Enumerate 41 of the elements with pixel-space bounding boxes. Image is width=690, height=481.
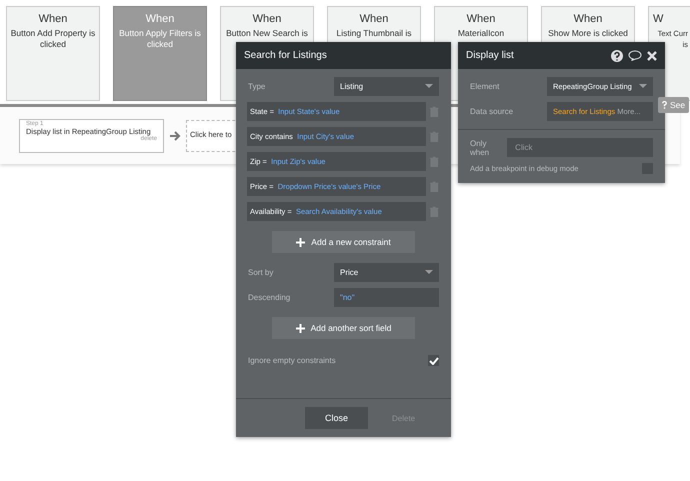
help-icon[interactable] <box>611 50 623 62</box>
event-label: Button New Search is <box>225 28 309 39</box>
event-card[interactable]: When Button Add Property is clicked <box>6 6 100 101</box>
plus-icon <box>296 324 305 332</box>
event-title: W <box>653 13 664 25</box>
event-title: When <box>38 13 68 25</box>
event-label: Button Add Property is clicked <box>10 28 96 50</box>
caret-icon <box>639 84 647 89</box>
plus-icon <box>296 238 306 246</box>
field-label: Data source <box>470 107 514 116</box>
event-title: When <box>466 13 496 25</box>
field-label: Element <box>470 82 500 91</box>
dialog-title: Display list <box>466 50 514 61</box>
condition-field[interactable]: Click <box>507 138 653 157</box>
caret-icon <box>425 84 433 89</box>
event-label: Listing Thumbnail is <box>336 28 412 39</box>
add-sort-button[interactable]: Add another sort field <box>272 317 415 339</box>
arrow-icon <box>169 130 181 142</box>
event-title: When <box>572 13 604 25</box>
field-label: Only when <box>470 138 490 156</box>
event-title: When <box>144 13 176 25</box>
tooltip-text: See <box>670 100 686 110</box>
caret-icon <box>425 270 433 275</box>
event-label: MaterialIcon <box>456 28 506 39</box>
event-label: Button Apply Filters is clicked <box>118 28 202 50</box>
field-label: Sort by <box>248 268 274 277</box>
field-label: Descending <box>248 293 290 302</box>
close-button[interactable]: Close <box>305 407 368 429</box>
field-label: Type <box>248 82 266 91</box>
add-constraint-button[interactable]: Add a new constraint <box>272 231 415 253</box>
close-icon[interactable] <box>647 50 657 60</box>
checkbox-label: Ignore empty constraints <box>248 356 336 365</box>
checkbox[interactable] <box>428 355 439 366</box>
question-icon <box>662 101 667 109</box>
event-title: When <box>252 13 282 25</box>
event-title: When <box>358 13 390 25</box>
type-dropdown[interactable]: Listing <box>334 77 439 96</box>
descending-field[interactable]: "no" <box>334 288 439 307</box>
sort-dropdown[interactable]: Price <box>334 263 439 282</box>
event-label: Show More is clicked <box>547 28 629 39</box>
comment-icon[interactable] <box>628 50 642 61</box>
